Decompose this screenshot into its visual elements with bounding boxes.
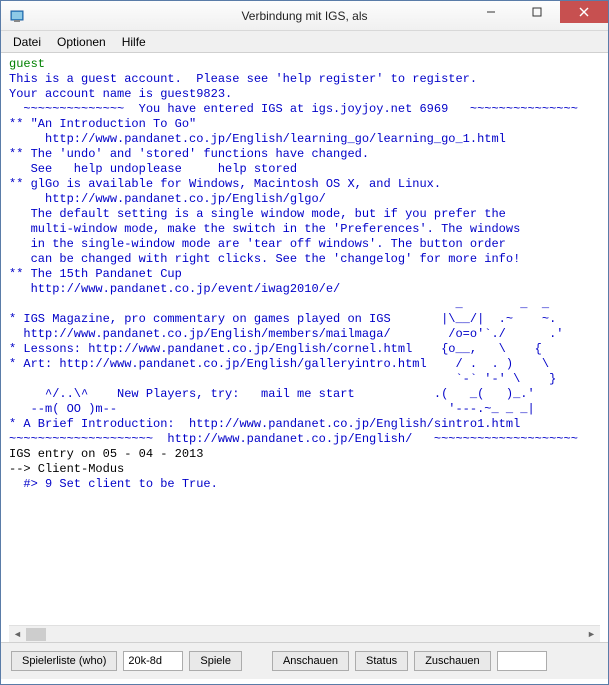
- close-button[interactable]: [560, 1, 608, 23]
- menu-file[interactable]: Datei: [5, 33, 49, 51]
- menu-help[interactable]: Hilfe: [114, 33, 154, 51]
- terminal-line: ^/..\^ New Players, try: mail me start .…: [9, 387, 535, 401]
- terminal-line-entry: IGS entry on 05 - 04 - 2013: [9, 447, 203, 461]
- terminal-line: ~~~~~~~~~~~~~~~~~~~~ http://www.pandanet…: [9, 432, 578, 446]
- minimize-button[interactable]: [468, 1, 514, 23]
- terminal-line: * Art: http://www.pandanet.co.jp/English…: [9, 357, 549, 371]
- games-button[interactable]: Spiele: [189, 651, 242, 671]
- terminal-line: * A Brief Introduction: http://www.panda…: [9, 417, 520, 431]
- terminal-line: The default setting is a single window m…: [9, 207, 506, 221]
- menubar: Datei Optionen Hilfe: [1, 31, 608, 53]
- terminal-line: ** The 'undo' and 'stored' functions hav…: [9, 147, 369, 161]
- scroll-thumb[interactable]: [26, 628, 46, 641]
- terminal-line: Your account name is guest9823.: [9, 87, 232, 101]
- scroll-left-icon[interactable]: ◄: [9, 626, 26, 643]
- window-controls: [468, 1, 608, 23]
- terminal-line: multi-window mode, make the switch in th…: [9, 222, 520, 236]
- terminal-line: http://www.pandanet.co.jp/event/iwag2010…: [9, 282, 340, 296]
- terminal-line-client: --> Client-Modus: [9, 462, 124, 476]
- terminal-line: ** "An Introduction To Go": [9, 117, 196, 131]
- watch-button[interactable]: Anschauen: [272, 651, 349, 671]
- terminal-line: in the single-window mode are 'tear off …: [9, 237, 506, 251]
- terminal-line: ** The 15th Pandanet Cup: [9, 267, 182, 281]
- terminal-line: See help undoplease help stored: [9, 162, 297, 176]
- terminal-line: --m( OO )m-- '---.~_ _ _|: [9, 402, 535, 416]
- terminal-line: http://www.pandanet.co.jp/English/glgo/: [9, 192, 326, 206]
- playerlist-button[interactable]: Spielerliste (who): [11, 651, 117, 671]
- maximize-button[interactable]: [514, 1, 560, 23]
- terminal-line: * IGS Magazine, pro commentary on games …: [9, 312, 556, 326]
- end-input[interactable]: [497, 651, 547, 671]
- terminal-line: * Lessons: http://www.pandanet.co.jp/Eng…: [9, 342, 542, 356]
- observe-button[interactable]: Zuschauen: [414, 651, 490, 671]
- terminal-line: _ _ _: [9, 297, 549, 311]
- horizontal-scrollbar[interactable]: ◄ ►: [9, 625, 600, 642]
- scroll-track[interactable]: [26, 626, 583, 642]
- menu-options[interactable]: Optionen: [49, 33, 114, 51]
- terminal-line: ** glGo is available for Windows, Macint…: [9, 177, 441, 191]
- terminal-line: ~~~~~~~~~~~~~~ You have entered IGS at i…: [9, 102, 578, 116]
- rank-input[interactable]: [123, 651, 183, 671]
- guest-prompt: guest: [9, 57, 45, 71]
- terminal-line: `-` '-' \ }: [9, 372, 556, 386]
- terminal-line: This is a guest account. Please see 'hel…: [9, 72, 477, 86]
- terminal-line: http://www.pandanet.co.jp/English/member…: [9, 327, 564, 341]
- bottom-toolbar: Spielerliste (who) Spiele Anschauen Stat…: [1, 642, 608, 679]
- terminal-line: can be changed with right clicks. See th…: [9, 252, 520, 266]
- terminal-line-set: #> 9 Set client to be True.: [9, 477, 218, 491]
- terminal-container: guest This is a guest account. Please se…: [1, 53, 608, 642]
- scroll-right-icon[interactable]: ►: [583, 626, 600, 643]
- terminal-output[interactable]: guest This is a guest account. Please se…: [5, 55, 604, 625]
- status-button[interactable]: Status: [355, 651, 408, 671]
- terminal-line: http://www.pandanet.co.jp/English/learni…: [9, 132, 506, 146]
- app-icon: [9, 8, 25, 24]
- titlebar: Verbindung mit IGS, als: [1, 1, 608, 31]
